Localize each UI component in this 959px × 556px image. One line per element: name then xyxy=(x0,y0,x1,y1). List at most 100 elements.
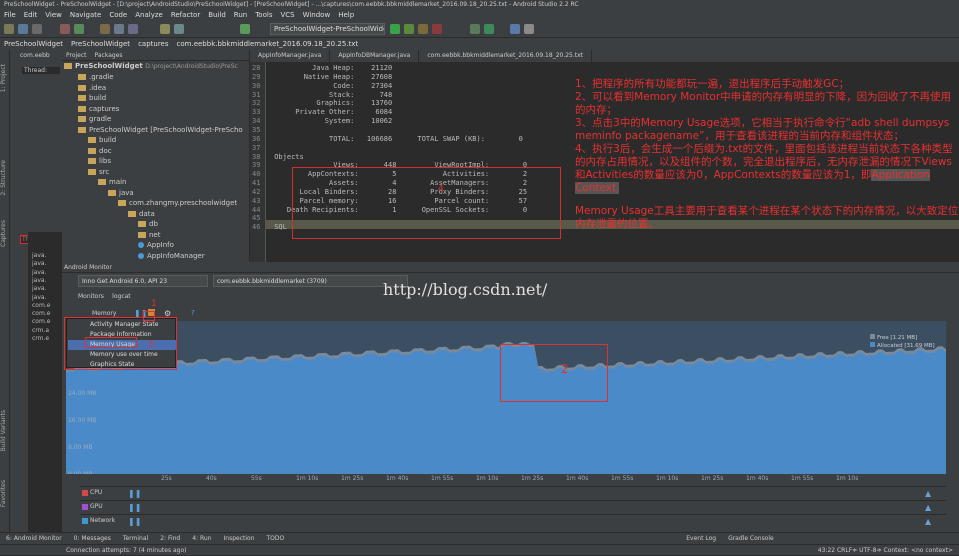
sync-icon[interactable] xyxy=(32,24,42,34)
tree-item-label: build xyxy=(99,136,117,144)
debug-icon[interactable] xyxy=(404,24,414,34)
tree-item-label: data xyxy=(139,209,155,218)
tree-item[interactable]: com.zhangmy.preschoolwidget xyxy=(118,198,237,209)
menu-item-file[interactable]: File xyxy=(0,9,20,21)
process-select[interactable]: com.eebbk.bbkmiddlemarket (3709) xyxy=(213,275,408,287)
tree-item[interactable]: gradle xyxy=(78,114,111,125)
menu-item-tools[interactable]: Tools xyxy=(251,9,276,21)
status-bar: Connection attempts: 7 (4 minutes ago) 4… xyxy=(0,544,959,555)
project-tool-tab[interactable]: 1: Project xyxy=(0,64,10,92)
help-icon[interactable]: ? xyxy=(191,309,195,317)
annotation-summary: Memory Usage工具主要用于查看某个进程在某个状态下的内存情况，以大致定… xyxy=(575,205,959,230)
build-variants-tool-tab[interactable]: Build Variants xyxy=(0,410,10,451)
code-line: Private Other: 6084 xyxy=(270,108,393,117)
background-tab[interactable]: com.eebb xyxy=(20,52,50,59)
x-tick: 1m 25s xyxy=(341,475,364,482)
stack-line: com.e xyxy=(32,310,51,318)
breadcrumb-item[interactable]: PreSchoolWidget xyxy=(0,38,67,50)
menu-item-analyze[interactable]: Analyze xyxy=(131,9,167,21)
tree-item[interactable]: .gradle xyxy=(78,72,114,83)
tree-item[interactable]: AppInfoManager xyxy=(138,251,205,262)
breadcrumb-item[interactable]: PreSchoolWidget xyxy=(67,38,134,50)
editor-tab[interactable]: com.eebbk.bbkmiddlemarket_2016.09.18_20.… xyxy=(419,50,593,62)
watermark: http://blog.csdn.net/ xyxy=(383,280,548,299)
menu-item-run[interactable]: Run xyxy=(230,9,251,21)
stop-icon[interactable] xyxy=(432,24,442,34)
code-line: Stack: 748 xyxy=(270,90,393,99)
menu-item-edit[interactable]: Edit xyxy=(20,9,42,21)
network-pause-icon[interactable]: ❚❚ xyxy=(128,517,141,526)
tree-item[interactable]: java xyxy=(108,188,134,199)
tab-monitors[interactable]: Monitors xyxy=(78,293,104,300)
open-icon[interactable] xyxy=(4,24,14,34)
copy-icon[interactable] xyxy=(114,24,124,34)
class-icon xyxy=(138,252,144,259)
tree-item[interactable]: captures xyxy=(78,104,119,115)
menu-item-view[interactable]: View xyxy=(41,9,66,21)
tab-project[interactable]: Project xyxy=(62,50,91,61)
menu-item-navigate[interactable]: Navigate xyxy=(66,9,105,21)
network-expand-icon[interactable]: ▲ xyxy=(925,517,931,526)
tree-item[interactable]: net xyxy=(138,230,161,241)
thread-select[interactable]: Thread: xyxy=(22,67,60,74)
cpu-pause-icon[interactable]: ❚❚ xyxy=(128,489,141,498)
avd-manager-icon[interactable] xyxy=(470,24,480,34)
undo-icon[interactable] xyxy=(60,24,70,34)
tree-item[interactable]: db xyxy=(138,219,158,230)
breadcrumb-item[interactable]: com.eebbk.bbkmiddlemarket_2016.09.18_20.… xyxy=(173,38,363,50)
tab-logcat[interactable]: logcat xyxy=(112,293,130,300)
editor[interactable]: 28 29 30 31 32 33 34 35 36 37 38 39 40 41 42 43 44 45 46 J… xyxy=(250,62,959,262)
cpu-expand-icon[interactable]: ▲ xyxy=(925,489,931,498)
gpu-row: GPU ❚❚ ▲ xyxy=(80,500,946,514)
device-select[interactable]: Inno Get Android 6.0, API 23 xyxy=(78,275,208,287)
menu-item-help[interactable]: Help xyxy=(334,9,358,21)
save-icon[interactable] xyxy=(18,24,28,34)
captures-tool-tab[interactable]: Captures xyxy=(0,220,10,247)
gpu-expand-icon[interactable]: ▲ xyxy=(925,503,931,512)
tree-item[interactable]: .idea xyxy=(78,83,106,94)
favorites-tool-tab[interactable]: Favorites xyxy=(0,480,10,507)
cut-icon[interactable] xyxy=(100,24,110,34)
tab-packages[interactable]: Packages xyxy=(91,50,127,61)
android-monitor-icon[interactable] xyxy=(510,24,520,34)
annotation-text: 1、把程序的所有功能都玩一遍，退出程序后手动触发GC； 2、可以看到Memory… xyxy=(575,78,959,231)
tree-item[interactable]: doc xyxy=(88,146,112,157)
redo-icon[interactable] xyxy=(74,24,84,34)
folder-icon xyxy=(98,179,106,185)
tree-item[interactable]: PreSchoolWidget [PreSchoolWidget-PreScho xyxy=(78,125,243,136)
help-icon[interactable] xyxy=(524,24,534,34)
tree-item[interactable]: build xyxy=(78,93,106,104)
x-tick: 55s xyxy=(251,475,262,482)
structure-tool-tab[interactable]: 2: Structure xyxy=(0,160,10,196)
gpu-pause-icon[interactable]: ❚❚ xyxy=(128,503,141,512)
sdk-manager-icon[interactable] xyxy=(484,24,494,34)
run-config-select[interactable]: PreSchoolWidget-PreSchoolWidget xyxy=(270,23,385,35)
make-icon[interactable] xyxy=(240,24,250,34)
tree-item[interactable]: src xyxy=(88,167,109,178)
tree-item[interactable]: build xyxy=(88,135,116,146)
folder-icon xyxy=(88,158,96,164)
tree-item[interactable]: AppInfo xyxy=(138,240,174,251)
menu-item-code[interactable]: Code xyxy=(105,9,131,21)
x-tick: 1m 10s xyxy=(836,475,859,482)
menu-item-window[interactable]: Window xyxy=(299,9,335,21)
find-icon[interactable] xyxy=(160,24,170,34)
tree-item[interactable]: libs xyxy=(88,156,111,167)
code-line: System: 10062 xyxy=(270,117,393,126)
menu-item-build[interactable]: Build xyxy=(204,9,230,21)
folder-icon xyxy=(88,147,96,154)
menu-item-vcs[interactable]: VCS xyxy=(276,9,298,21)
tree-item[interactable]: data xyxy=(128,209,155,220)
annotation-step-1: 1、把程序的所有功能都玩一遍，退出程序后手动触发GC； xyxy=(575,78,850,90)
breadcrumb-item[interactable]: captures xyxy=(134,38,172,50)
paste-icon[interactable] xyxy=(128,24,138,34)
menu-item-refactor[interactable]: Refactor xyxy=(167,9,204,21)
run-icon[interactable] xyxy=(390,24,400,34)
replace-icon[interactable] xyxy=(174,24,184,34)
folder-icon xyxy=(138,231,146,238)
editor-tab[interactable]: AppInfoManager.java xyxy=(250,50,331,62)
project-root[interactable]: PreSchoolWidget D:\project\AndroidStudio… xyxy=(64,61,238,72)
editor-tab[interactable]: AppInfoDBManager.java xyxy=(330,50,420,62)
tree-item[interactable]: main xyxy=(98,177,127,188)
profile-icon[interactable] xyxy=(418,24,428,34)
